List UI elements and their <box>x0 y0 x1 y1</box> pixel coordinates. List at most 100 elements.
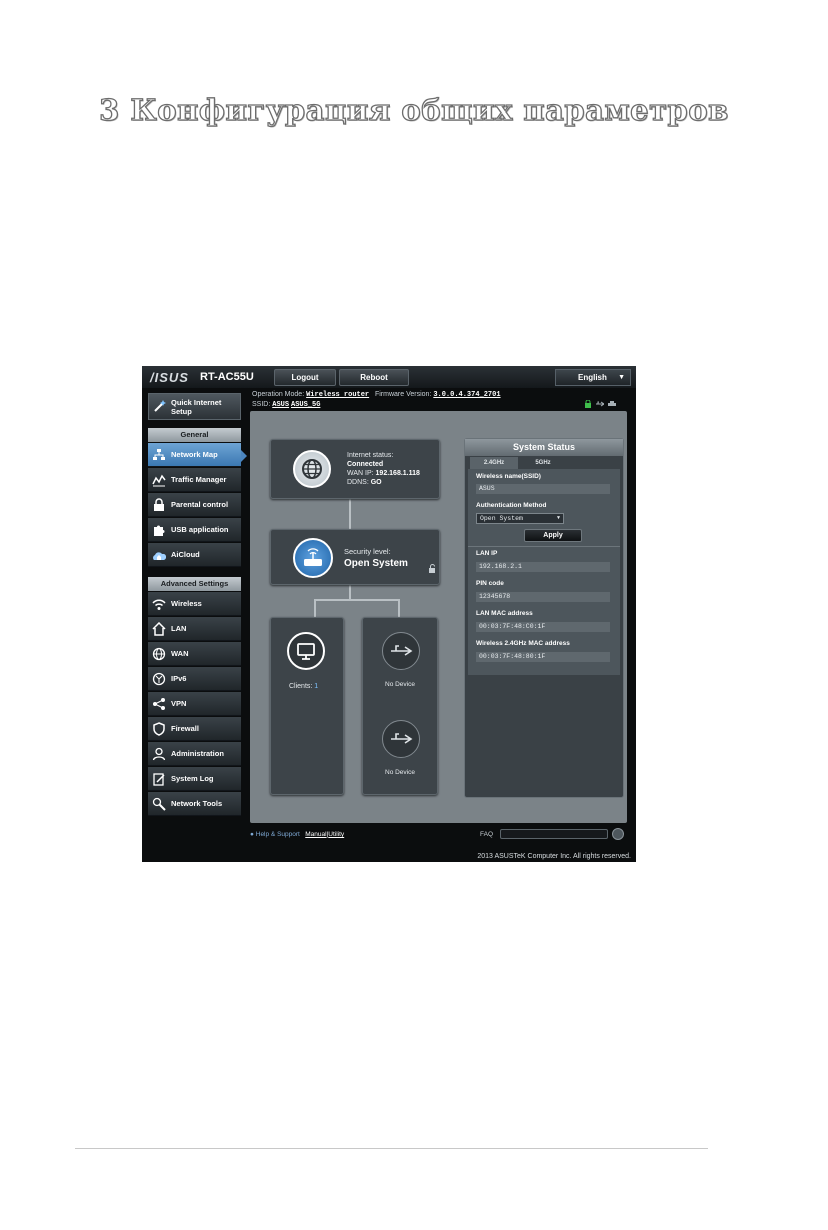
log-edit-icon <box>152 772 166 786</box>
tab-2-4ghz[interactable]: 2.4GHz <box>470 457 518 469</box>
internet-status-value: Connected <box>347 461 384 468</box>
sidebar-item-traffic-manager[interactable]: Traffic Manager <box>148 468 241 492</box>
usb-icon[interactable] <box>382 632 420 670</box>
search-icon[interactable] <box>612 828 624 840</box>
lock-icon <box>152 498 166 512</box>
internet-status-label: Internet status: <box>347 452 394 459</box>
general-header: General <box>148 428 241 442</box>
status-icons <box>584 395 616 408</box>
copyright: 2013 ASUSTeK Computer Inc. All rights re… <box>477 853 631 860</box>
sidebar-item-network-tools[interactable]: Network Tools <box>148 792 241 816</box>
router-icon <box>293 538 333 578</box>
top-bar: /ISUS RT-AC55U Logout Reboot English ▼ <box>142 366 636 388</box>
auth-method-label: Authentication Method <box>476 502 547 509</box>
ssid-link-24[interactable]: ASUS <box>272 401 289 409</box>
footer-bar: ● Help & Support Manual|Utility FAQ <box>250 828 627 842</box>
pin-code-label: PIN code <box>476 580 504 587</box>
usb-device-1-status: No Device <box>385 681 415 688</box>
usb-device-2-status: No Device <box>385 769 415 776</box>
firmware-link[interactable]: 3.0.0.4.374_2701 <box>433 391 500 399</box>
auth-method-value: Open System <box>480 515 523 522</box>
router-screenshot: /ISUS RT-AC55U Logout Reboot English ▼ O… <box>142 366 636 862</box>
lock-icon[interactable] <box>584 395 592 408</box>
router-model: RT-AC55U <box>200 371 254 383</box>
internet-status: Internet status: Connected WAN IP: 192.1… <box>347 451 420 487</box>
logout-button[interactable]: Logout <box>274 369 336 386</box>
sidebar-label: USB application <box>171 525 229 534</box>
faq-search-input[interactable] <box>500 829 608 839</box>
shield-icon <box>152 722 166 736</box>
house-icon <box>152 621 166 636</box>
chevron-down-icon: ▼ <box>556 515 560 521</box>
clients-value[interactable]: 1 <box>314 683 318 690</box>
help-support-label: Help & Support <box>255 831 300 838</box>
advanced-settings-header: Advanced Settings <box>148 577 241 591</box>
sidebar-item-lan[interactable]: LAN <box>148 617 241 641</box>
utility-link[interactable]: Utility <box>328 831 344 838</box>
wan-ip-label: WAN IP: <box>347 470 374 477</box>
language-select[interactable]: English ▼ <box>555 369 631 386</box>
active-nav-pointer <box>241 450 247 462</box>
sidebar-item-usb-application[interactable]: USB application <box>148 518 241 542</box>
wireless-name-field[interactable]: ASUS <box>476 484 610 494</box>
sidebar-label: IPv6 <box>171 674 187 683</box>
sidebar-label: Wireless <box>171 599 202 608</box>
pin-code-value: 12345678 <box>476 592 610 602</box>
language-value: English <box>578 373 607 382</box>
wand-icon <box>153 399 167 413</box>
quick-internet-setup-button[interactable]: Quick Internet Setup <box>148 393 241 420</box>
apply-button[interactable]: Apply <box>524 529 582 542</box>
page-footer-rule <box>75 1148 708 1149</box>
sidebar-item-wan[interactable]: WAN <box>148 642 241 666</box>
sidebar-label: Traffic Manager <box>171 475 227 484</box>
sidebar-item-aicloud[interactable]: AiCloud <box>148 543 241 567</box>
lan-mac-label: LAN MAC address <box>476 610 533 617</box>
ssid-link-5g[interactable]: ASUS_5G <box>291 401 320 409</box>
sidebar-label: Administration <box>171 749 224 758</box>
network-map-icon <box>152 448 166 462</box>
manual-link[interactable]: Manual <box>305 831 326 838</box>
help-icon: ● <box>250 831 254 838</box>
sidebar-item-wireless[interactable]: Wireless <box>148 592 241 616</box>
usb-icon[interactable] <box>596 395 605 407</box>
sidebar-item-administration[interactable]: Administration <box>148 742 241 766</box>
sidebar-item-ipv6[interactable]: IPv6 <box>148 667 241 691</box>
faq-label: FAQ <box>480 831 494 838</box>
globe-icon <box>293 450 331 488</box>
connector <box>349 499 351 531</box>
sidebar-item-network-map[interactable]: Network Map <box>148 443 241 467</box>
wifi-icon <box>152 597 166 611</box>
ddns-label: DDNS: <box>347 479 369 486</box>
traffic-chart-icon <box>152 473 166 487</box>
info-bar: Operation Mode: Wireless router Firmware… <box>252 390 501 410</box>
wireless-mac-value: 00:03:7F:48:80:1F <box>476 652 610 662</box>
sidebar-item-parental-control[interactable]: Parental control <box>148 493 241 517</box>
sidebar-item-vpn[interactable]: VPN <box>148 692 241 716</box>
security-level-label: Security level: <box>344 547 391 556</box>
user-icon <box>152 747 166 761</box>
help-support: ● Help & Support Manual|Utility <box>250 831 344 838</box>
router-node[interactable]: Security level: Open System <box>270 529 440 585</box>
clients-node[interactable]: Clients: 1 <box>270 617 344 795</box>
ssid-label: SSID: <box>252 401 271 408</box>
operation-mode-link[interactable]: Wireless router <box>306 391 369 399</box>
globe-icon <box>152 647 166 661</box>
usb-icon[interactable] <box>382 720 420 758</box>
printer-icon[interactable] <box>608 395 616 406</box>
reboot-button[interactable]: Reboot <box>339 369 409 386</box>
sidebar-item-firewall[interactable]: Firewall <box>148 717 241 741</box>
operation-mode-label: Operation Mode: <box>252 391 305 398</box>
firmware-label: Firmware Version: <box>374 391 432 398</box>
chevron-down-icon: ▼ <box>618 374 625 381</box>
lan-ip-value: 192.168.2.1 <box>476 562 610 572</box>
globe-icon <box>152 672 166 686</box>
tab-5ghz[interactable]: 5GHz <box>519 457 567 469</box>
ddns-link[interactable]: GO <box>371 479 382 486</box>
auth-method-select[interactable]: Open System ▼ <box>476 513 564 524</box>
sidebar-label: Network Map <box>171 450 218 459</box>
sidebar-label: WAN <box>171 649 189 658</box>
puzzle-icon <box>152 523 166 537</box>
sidebar-item-system-log[interactable]: System Log <box>148 767 241 791</box>
quick-setup-line-2: Setup <box>171 407 192 416</box>
internet-node[interactable]: Internet status: Connected WAN IP: 192.1… <box>270 439 440 499</box>
